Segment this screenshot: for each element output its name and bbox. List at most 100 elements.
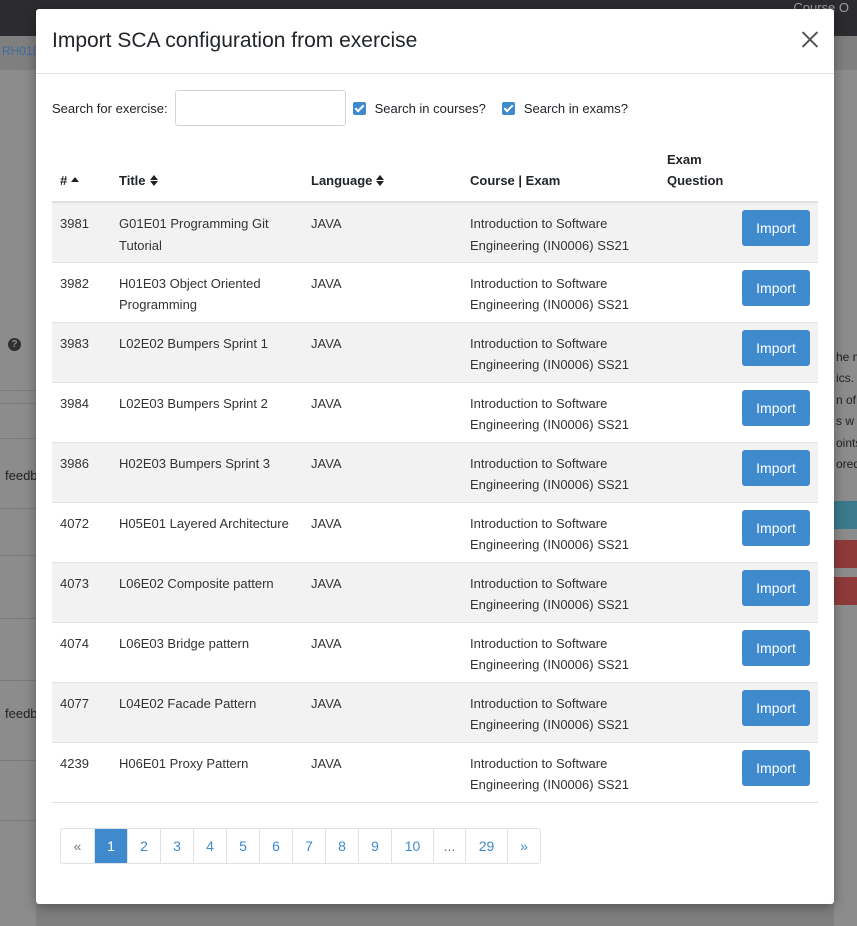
cell-title: H01E03 Object Oriented Programming [111,262,303,323]
pagination-page-8[interactable]: 8 [325,829,358,863]
cell-id: 4077 [52,682,111,743]
table-row: 3981 G01E01 Programming Git Tutorial JAVA I… [52,202,818,263]
cell-exam-question [659,262,734,323]
pagination-page-5[interactable]: 5 [226,829,259,863]
cell-exam-question [659,562,734,623]
search-in-exams-checkbox[interactable]: Search in exams? [501,100,628,116]
cell-title: H02E03 Bumpers Sprint 3 [111,442,303,503]
table-header-row: # Title Language Course | Exam Exam Ques… [52,149,818,203]
cell-id: 3983 [52,322,111,383]
divider [0,508,36,509]
cell-language: JAVA [303,682,462,743]
cell-title: H06E01 Proxy Pattern [111,742,303,803]
pagination-prev[interactable]: « [61,829,94,863]
right-text: oints [836,436,857,450]
column-header-title[interactable]: Title [111,149,303,203]
search-in-exams-label: Search in exams? [523,100,628,116]
sort-icon [376,175,385,186]
import-button[interactable]: Import [742,329,810,366]
cell-exam-question [659,682,734,743]
cell-exam-question [659,322,734,383]
right-text: ics. [836,371,854,385]
pagination-page-6[interactable]: 6 [259,829,292,863]
close-icon[interactable] [800,29,820,49]
cell-id: 4239 [52,742,111,803]
cell-language: JAVA [303,742,462,803]
import-button[interactable]: Import [742,269,810,306]
pagination-page-29[interactable]: 29 [465,829,507,863]
pagination-ellipsis: ... [433,829,465,863]
column-header-action [734,149,818,203]
cell-course: Introduction to Software Engineering (IN… [462,202,659,263]
divider [0,390,36,391]
import-button[interactable]: Import [742,569,810,606]
right-text: ored [836,457,857,471]
cell-title: G01E01 Programming Git Tutorial [111,202,303,263]
cell-language: JAVA [303,442,462,503]
divider [0,403,36,404]
cell-id: 4074 [52,622,111,683]
table-row: 3984 L02E03 Bumpers Sprint 2 JAVA Introduct… [52,382,818,443]
cell-title: L02E03 Bumpers Sprint 2 [111,382,303,443]
background-teal-button [834,501,857,529]
pagination-page-9[interactable]: 9 [358,829,391,863]
cell-action: Import [734,322,818,383]
column-header-label: Language [311,173,373,188]
import-button[interactable]: Import [742,389,810,426]
cell-course: Introduction to Software Engineering (IN… [462,502,659,563]
import-button[interactable]: Import [742,509,810,546]
cell-action: Import [734,262,818,323]
cell-language: JAVA [303,622,462,683]
cell-exam-question [659,502,734,563]
table-row: 4077 L04E02 Facade Pattern JAVA Introductio… [52,682,818,743]
pagination-page-7[interactable]: 7 [292,829,325,863]
column-header-label: Title [119,173,146,188]
pagination-page-1[interactable]: 1 [94,829,127,863]
modal-title: Import SCA configuration from exercise [52,29,418,52]
modal-header: Import SCA configuration from exercise [36,9,834,74]
divider [0,438,36,439]
pagination-next[interactable]: » [507,829,540,863]
right-text: he m [836,350,857,364]
import-button[interactable]: Import [742,749,810,786]
background-red-button [834,577,857,605]
pagination-page-4[interactable]: 4 [193,829,226,863]
table-row: 3982 H01E03 Object Oriented Programming JA… [52,262,818,323]
cell-action: Import [734,742,818,803]
checkbox-checked-icon[interactable] [352,101,366,115]
column-header-id[interactable]: # [52,149,111,203]
cell-title: L06E02 Composite pattern [111,562,303,623]
table-row: 4074 L06E03 Bridge pattern JAVA Introductio… [52,622,818,683]
cell-title: L06E03 Bridge pattern [111,622,303,683]
cell-language: JAVA [303,322,462,383]
help-icon: ? [8,338,21,351]
column-header-language[interactable]: Language [303,149,462,203]
import-button[interactable]: Import [742,449,810,486]
cell-course: Introduction to Software Engineering (IN… [462,382,659,443]
pagination-page-2[interactable]: 2 [127,829,160,863]
import-button[interactable]: Import [742,210,810,246]
cell-exam-question [659,442,734,503]
cell-exam-question [659,742,734,803]
pagination-page-10[interactable]: 10 [391,829,433,863]
checkbox-checked-icon[interactable] [501,101,515,115]
table-row: 3986 H02E03 Bumpers Sprint 3 JAVA Introduct… [52,442,818,503]
search-in-courses-checkbox[interactable]: Search in courses? [352,101,486,116]
background-right-panel [834,70,857,926]
cell-language: JAVA [303,382,462,443]
divider [0,555,36,556]
cell-course: Introduction to Software Engineering (IN… [462,682,659,743]
cell-id: 3984 [52,382,111,443]
import-button[interactable]: Import [742,629,810,666]
import-button[interactable]: Import [742,689,810,726]
cell-action: Import [734,382,818,443]
cell-action: Import [734,622,818,683]
divider [0,760,36,761]
search-input[interactable] [174,90,346,126]
cell-action: Import [734,202,818,263]
right-text: s w [836,414,854,428]
cell-language: JAVA [303,262,462,323]
search-label: Search for exercise: [52,100,168,116]
table-row: 4072 H05E01 Layered Architecture JAVA Intro… [52,502,818,563]
pagination-page-3[interactable]: 3 [160,829,193,863]
